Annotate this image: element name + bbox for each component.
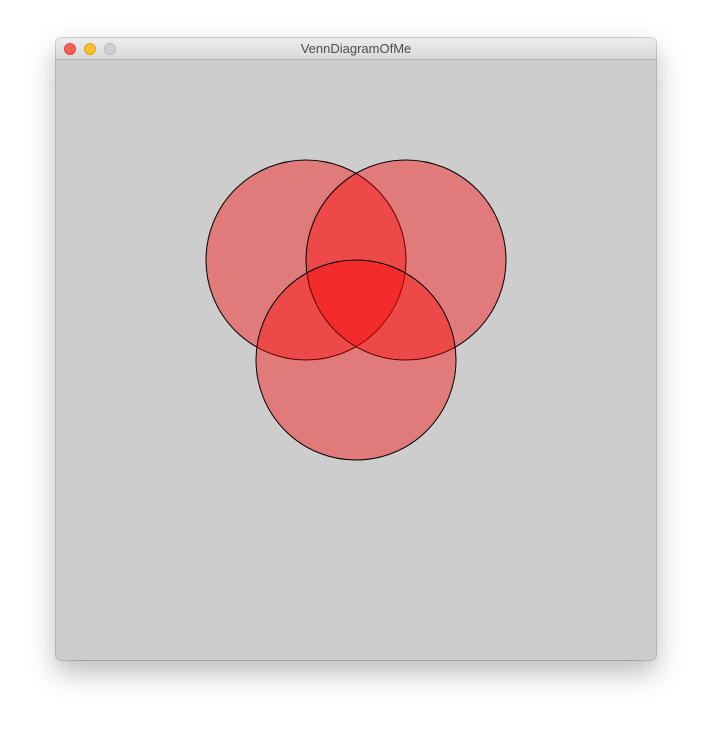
title-bar[interactable]: VennDiagramOfMe (56, 38, 656, 60)
drawing-canvas (56, 60, 656, 660)
app-window: VennDiagramOfMe (56, 38, 656, 660)
window-title: VennDiagramOfMe (300, 41, 412, 56)
bottom-circle (255, 259, 457, 461)
